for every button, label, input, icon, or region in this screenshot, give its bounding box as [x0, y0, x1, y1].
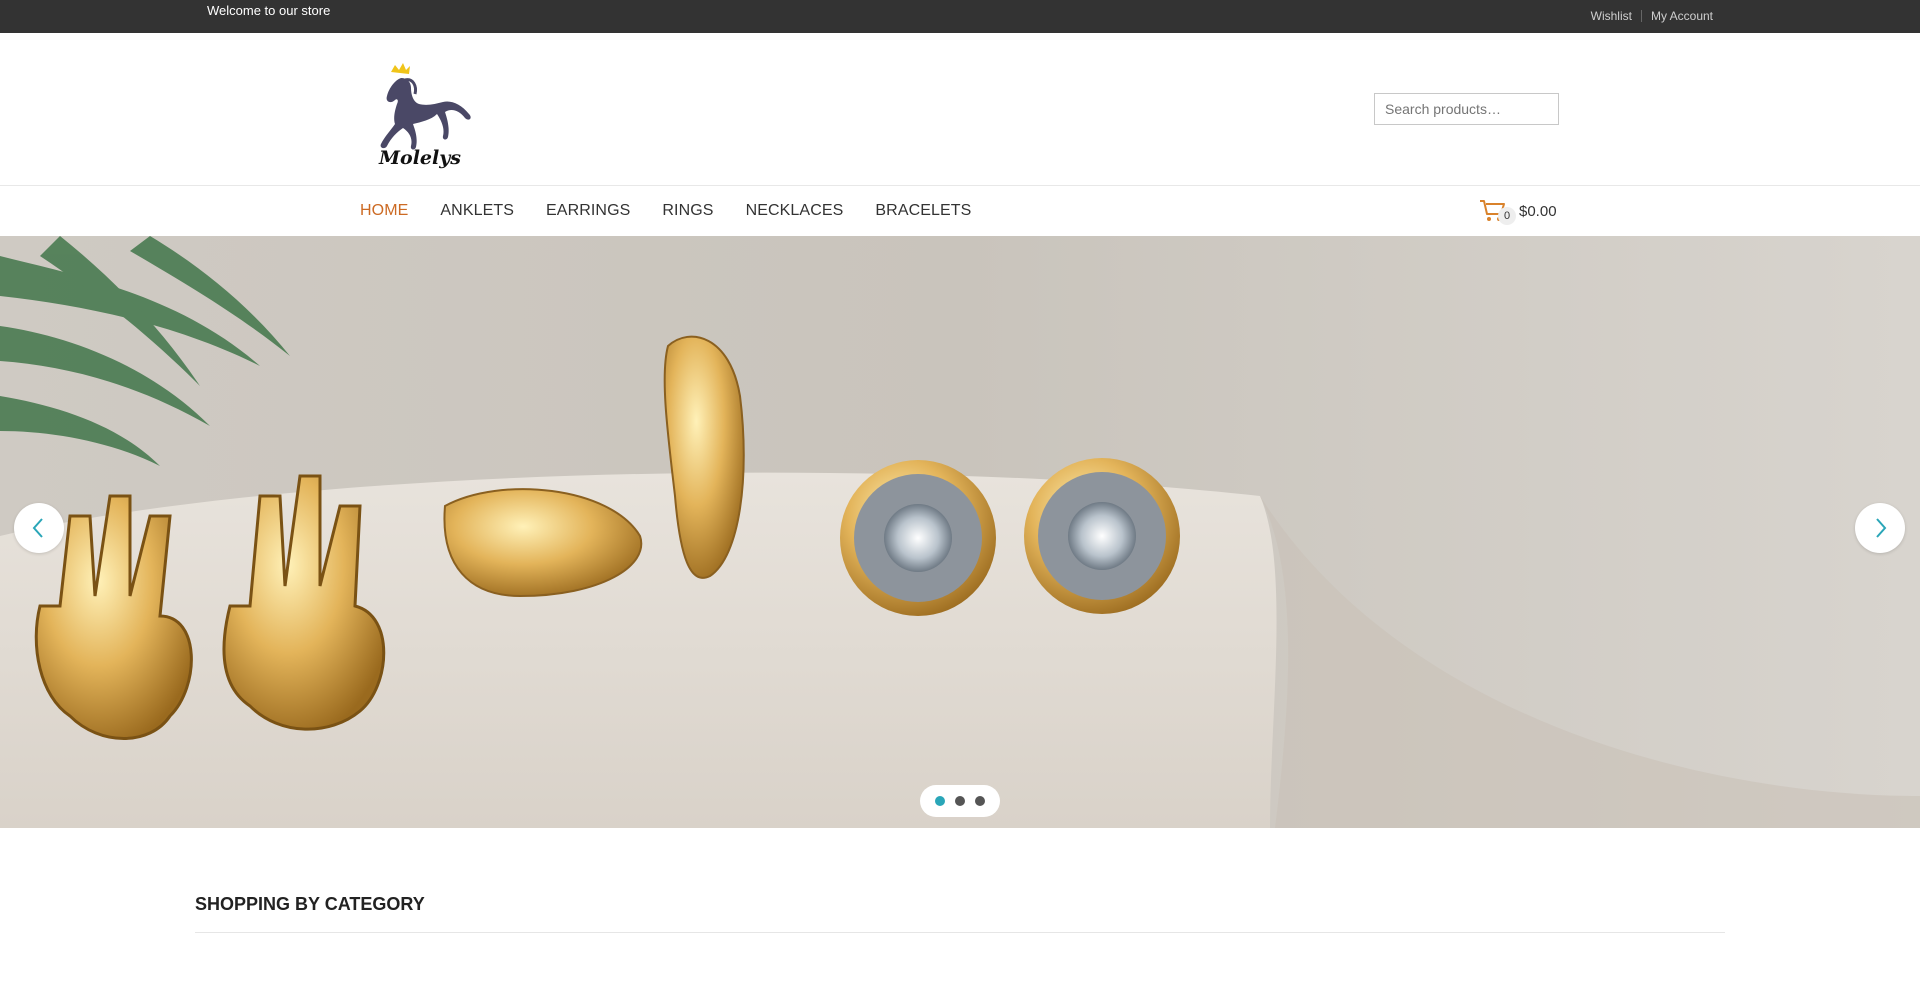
nav-menu: HOME ANKLETS EARRINGS RINGS NECKLACES BR…: [360, 186, 1003, 236]
welcome-message: Welcome to our store: [207, 3, 331, 18]
section-heading: SHOPPING BY CATEGORY: [195, 894, 425, 914]
section-divider: [195, 932, 1725, 933]
slider-prev-button[interactable]: [14, 503, 64, 553]
horse-logo-icon: Molelys: [378, 63, 471, 169]
search-input[interactable]: [1374, 93, 1559, 125]
store-logo[interactable]: Molelys: [365, 48, 477, 170]
link-divider: [1640, 10, 1642, 22]
site-header: Molelys: [0, 33, 1920, 186]
nav-item-earrings[interactable]: EARRINGS: [546, 202, 630, 220]
top-bar: Welcome to our store Wishlist My Account: [0, 0, 1920, 33]
chevron-left-icon: [32, 518, 43, 538]
nav-item-necklaces[interactable]: NECKLACES: [746, 202, 844, 220]
cart-button[interactable]: 0 $0.00: [1478, 196, 1557, 226]
slider-next-button[interactable]: [1855, 503, 1905, 553]
slider-pagination: [920, 785, 1000, 817]
slider-dot-2[interactable]: [955, 796, 965, 806]
hero-slider: [0, 236, 1920, 828]
cart-total: $0.00: [1519, 202, 1557, 220]
slider-dot-3[interactable]: [975, 796, 985, 806]
slider-dot-1[interactable]: [935, 796, 945, 806]
account-links: Wishlist My Account: [1591, 9, 1713, 23]
chevron-right-icon: [1876, 518, 1887, 538]
logo-wordmark: Molelys: [378, 147, 461, 169]
main-navigation: HOME ANKLETS EARRINGS RINGS NECKLACES BR…: [0, 186, 1920, 236]
nav-item-home[interactable]: HOME: [360, 202, 408, 220]
my-account-link[interactable]: My Account: [1651, 9, 1713, 23]
wishlist-link[interactable]: Wishlist: [1591, 9, 1632, 23]
cart-count-badge: 0: [1498, 207, 1516, 225]
jewelry-banner-image: [0, 236, 1920, 828]
nav-item-bracelets[interactable]: BRACELETS: [875, 202, 971, 220]
nav-item-rings[interactable]: RINGS: [662, 202, 713, 220]
nav-item-anklets[interactable]: ANKLETS: [440, 202, 514, 220]
